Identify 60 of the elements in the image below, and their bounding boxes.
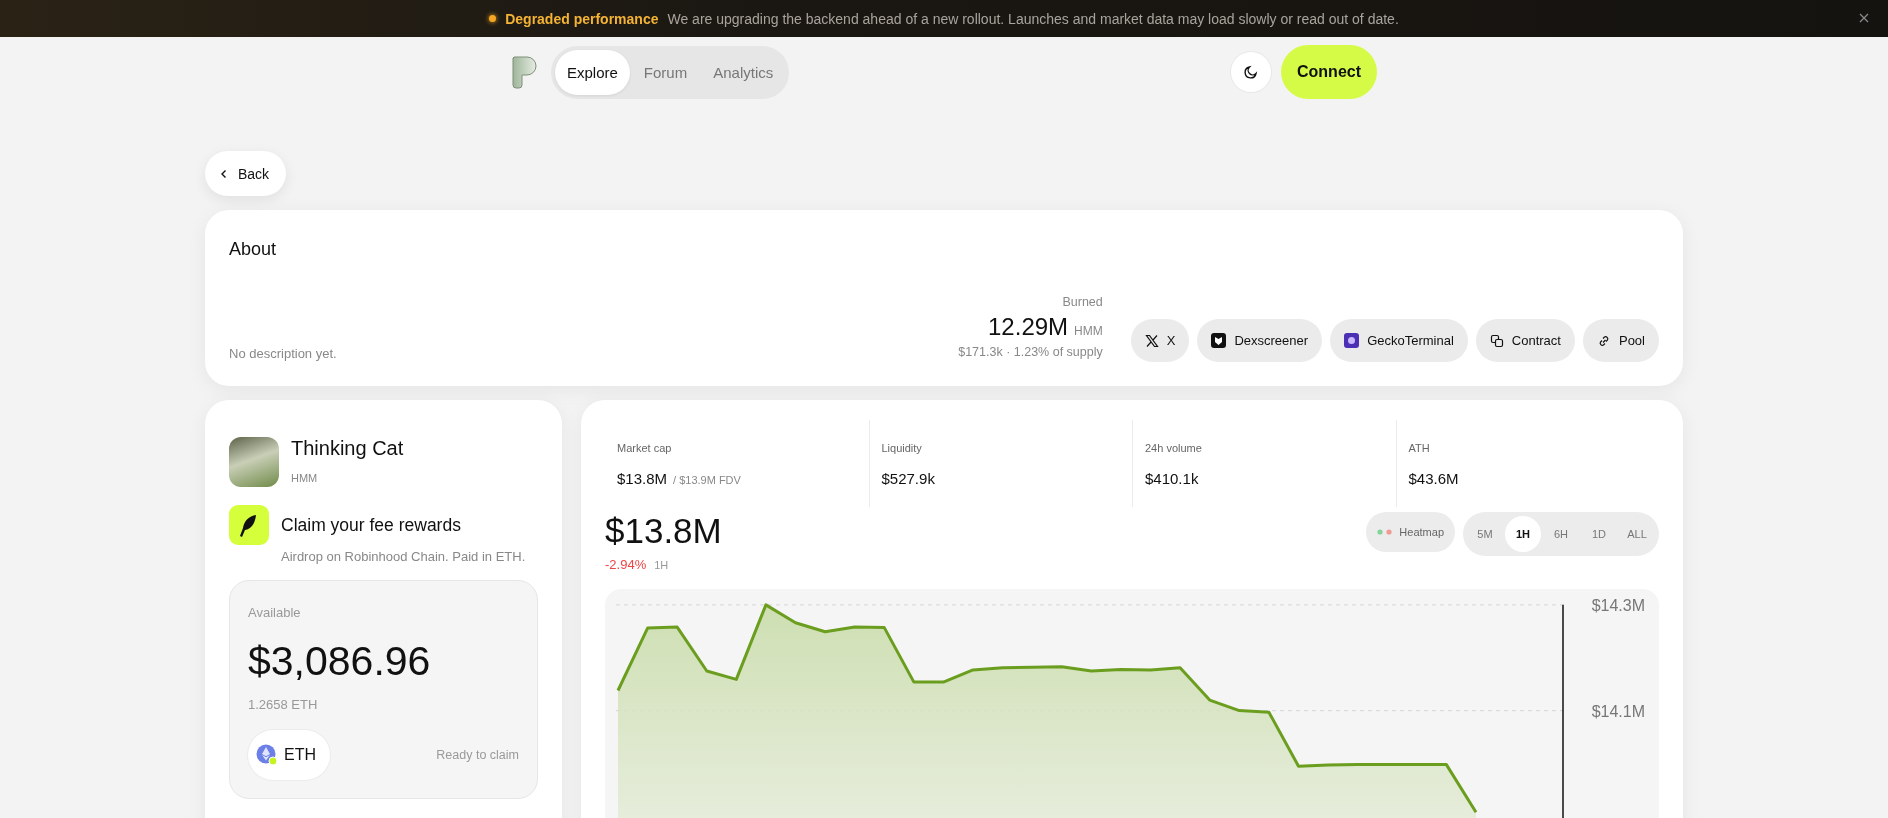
range-tab[interactable]: 1D	[1581, 516, 1617, 552]
moon-icon	[1243, 64, 1259, 80]
nav-tab[interactable]: Forum	[631, 49, 700, 95]
chevron-left-icon	[219, 168, 229, 179]
stat-value: $410.1k	[1145, 470, 1199, 487]
dexscreener-icon	[1211, 333, 1227, 348]
status-text: Ready to claim	[436, 748, 519, 762]
stat-value: $43.6M	[1408, 470, 1459, 487]
range-tab[interactable]: ALL	[1619, 516, 1655, 552]
y-tick-label: $14.1M	[1591, 702, 1645, 720]
link-chip[interactable]: X	[1130, 319, 1190, 362]
nav-tab[interactable]: Explore	[555, 49, 630, 95]
asset-chip: ETH	[248, 730, 330, 780]
banner-title: Degraded performance	[505, 10, 659, 27]
stat-label: Market cap	[617, 442, 673, 454]
back-button[interactable]: Back	[205, 151, 287, 196]
dots-icon	[1377, 529, 1394, 535]
eth-amount: 1.2658 ETH	[248, 697, 319, 712]
geckoterminal-icon	[1344, 333, 1360, 348]
close-icon[interactable]	[1858, 12, 1870, 24]
stat-label: 24h volume	[1145, 442, 1203, 454]
stat-value: $13.8M	[617, 470, 668, 487]
stat-subvalue: / $13.9M FDV	[673, 474, 741, 486]
rewards-subtitle: Airdrop on Robinhood Chain. Paid in ETH.	[281, 549, 527, 564]
price-value: $13.8M	[605, 511, 722, 551]
link-chip[interactable]: Pool	[1582, 319, 1659, 362]
connect-button[interactable]: Connect	[1281, 45, 1377, 99]
nav-tab[interactable]: Analytics	[701, 49, 786, 95]
range-tab[interactable]: 6H	[1543, 516, 1579, 552]
burned-unit: HMM	[1074, 324, 1103, 338]
banner-message: We are upgrading the backend ahead of a new rollout. Launches and market data may load slowly or read out of date.	[667, 10, 1399, 27]
price-change: -2.94%	[605, 557, 647, 572]
copy-icon	[1489, 333, 1504, 348]
about-title: About	[229, 239, 278, 260]
stat-value: $527.9k	[881, 470, 935, 487]
link-chip[interactable]: GeckoTerminal	[1330, 319, 1468, 362]
x-logo-icon	[1144, 333, 1159, 348]
token-name: Thinking Cat	[291, 437, 404, 460]
burned-label: Burned	[1062, 295, 1103, 309]
rewards-title: Claim your fee rewards	[281, 514, 461, 536]
link-chip[interactable]: Dexscreener	[1197, 319, 1323, 362]
warning-dot-icon	[489, 15, 497, 22]
available-amount: $3,086.96	[248, 638, 432, 685]
theme-toggle-button[interactable]	[1231, 52, 1271, 92]
eth-icon	[256, 744, 278, 766]
burned-amount: 12.29M	[988, 313, 1069, 341]
feather-icon	[229, 505, 269, 545]
heatmap-button[interactable]: Heatmap	[1366, 512, 1455, 552]
available-label: Available	[248, 605, 302, 620]
change-period: 1H	[654, 559, 669, 571]
range-tab[interactable]: 1H	[1505, 516, 1541, 552]
range-tab[interactable]: 5M	[1467, 516, 1503, 552]
description-text: No description yet.	[229, 346, 338, 362]
link-chip[interactable]: Contract	[1475, 319, 1575, 362]
burned-detail: $171.3k · 1.23% of supply	[958, 345, 1103, 359]
y-tick-label: $14.3M	[1591, 596, 1645, 614]
stat-label: ATH	[1408, 442, 1431, 454]
stat-label: Liquidity	[881, 442, 923, 454]
token-symbol: HMM	[291, 472, 319, 484]
photo-placeholder	[229, 437, 279, 487]
